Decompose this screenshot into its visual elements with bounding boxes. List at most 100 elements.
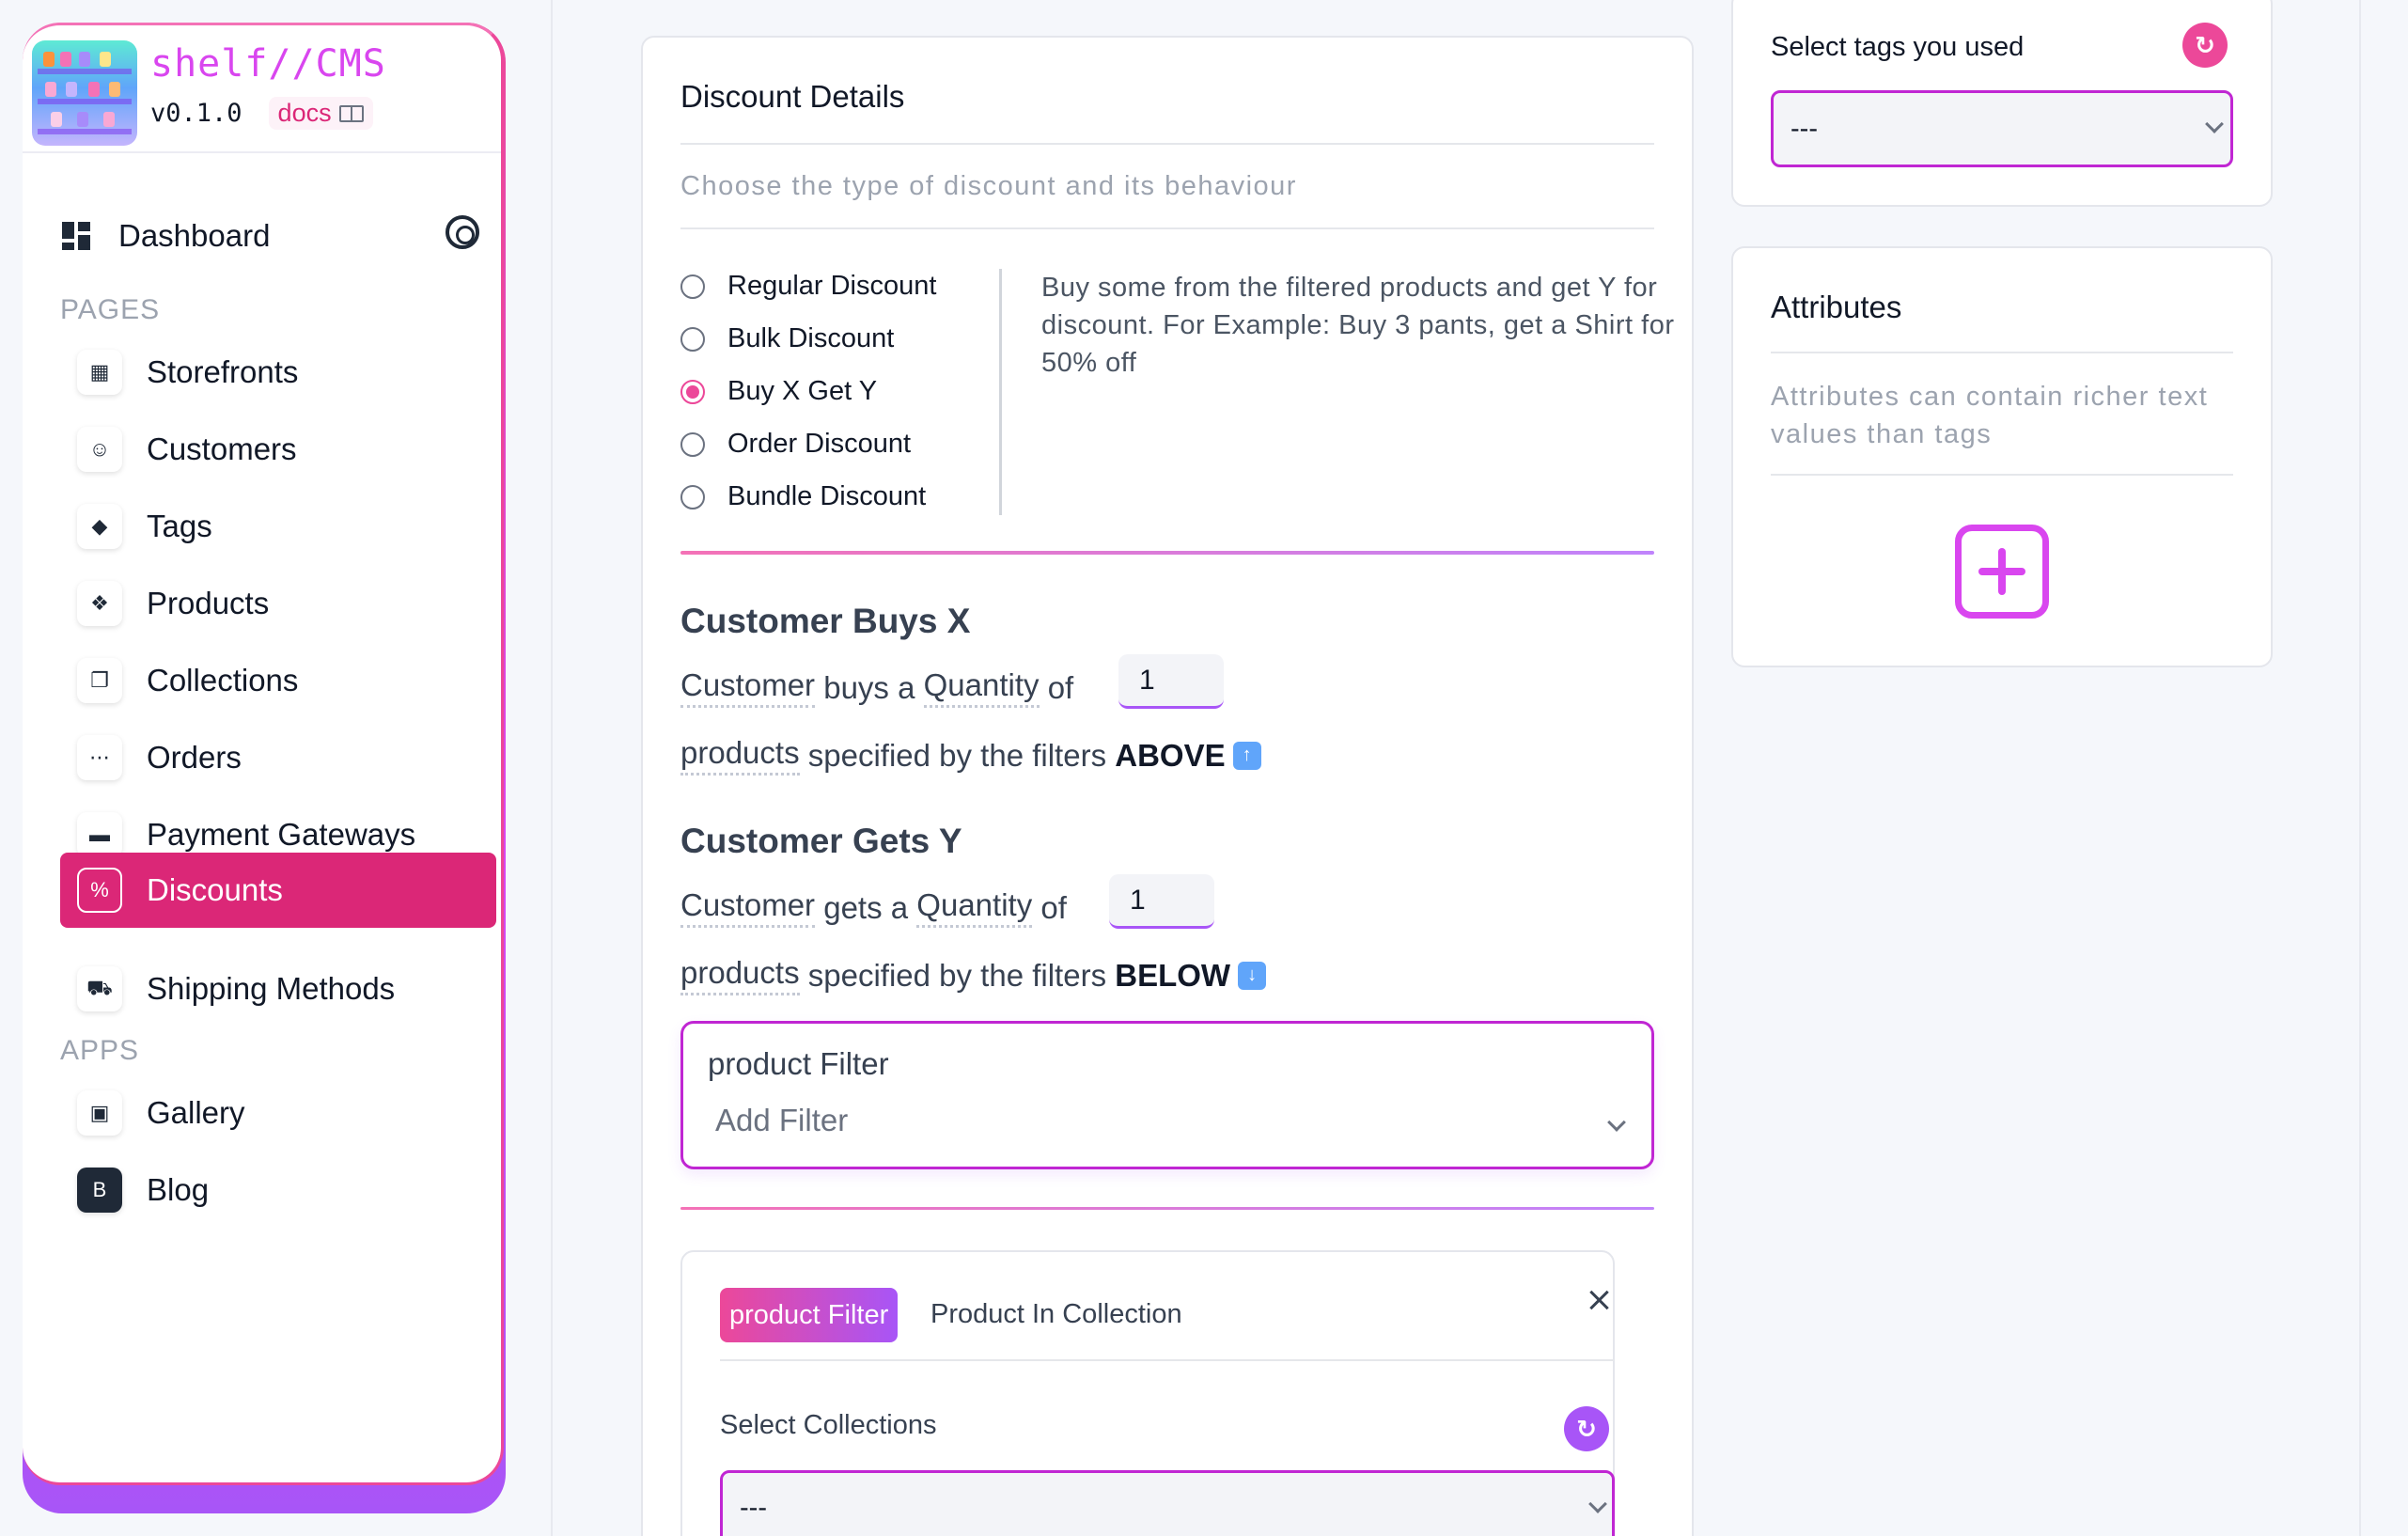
text: ABOVE	[1115, 737, 1226, 773]
divider	[1771, 352, 2233, 353]
logo[interactable]	[32, 40, 137, 146]
docs-link[interactable]: docs	[268, 97, 373, 130]
sidebar-item-discounts[interactable]: % Discounts	[60, 853, 496, 928]
radio-button[interactable]	[680, 484, 705, 509]
sidebar: shelf//CMS v0.1.0 docs Dashboard PAGES ▦…	[23, 23, 504, 1485]
radio-button-checked[interactable]	[680, 379, 705, 404]
hint-customer[interactable]: Customer	[680, 667, 816, 708]
attributes-title: Attributes	[1771, 290, 1902, 324]
collections-icon: ❐	[77, 658, 122, 703]
sidebar-item-products[interactable]: ❖ Products	[60, 567, 501, 640]
divider	[720, 1359, 1615, 1361]
hint-customer[interactable]: Customer	[680, 887, 816, 928]
gets-quantity-sentence: Customer gets a Quantity of	[680, 887, 1067, 928]
sidebar-item-blog[interactable]: B Blog	[60, 1153, 501, 1227]
sidebar-item-label: Collections	[147, 663, 299, 697]
sidebar-item-gallery[interactable]: ▣ Gallery	[60, 1076, 501, 1150]
arrow-up-icon: ↑	[1232, 741, 1261, 770]
sidebar-item-label: Customers	[147, 431, 297, 466]
divider	[680, 143, 1654, 145]
arrow-down-icon: ↓	[1238, 961, 1267, 990]
gets-quantity-input[interactable]	[1109, 874, 1214, 929]
sidebar-item-collections[interactable]: ❐ Collections	[60, 644, 501, 717]
text: gets a	[823, 889, 909, 925]
chevron-down-icon	[2205, 115, 2224, 133]
version-label: v0.1.0	[150, 99, 242, 128]
select-collections-label: Select Collections	[720, 1410, 937, 1440]
add-attribute-plus-icon[interactable]	[1955, 525, 2049, 619]
text: specified by the filters	[807, 957, 1107, 993]
refresh-icon[interactable]: ↻	[2182, 23, 2228, 68]
vertical-divider	[999, 269, 1002, 515]
gets-products-sentence: products specified by the filters BELOW …	[680, 955, 1267, 995]
sidebar-item-label: Tags	[147, 509, 212, 543]
sidebar-item-label: Shipping Methods	[147, 971, 396, 1006]
tags-select[interactable]: ---	[1771, 90, 2233, 167]
radio-label: Bundle Discount	[727, 481, 927, 511]
text: BELOW	[1115, 957, 1231, 993]
hint-quantity[interactable]: Quantity	[923, 667, 1040, 708]
radio-label: Buy X Get Y	[727, 376, 878, 406]
chevron-down-icon	[1607, 1113, 1626, 1132]
sidebar-item-label: Payment Gateways	[147, 817, 416, 852]
hint-quantity[interactable]: Quantity	[916, 887, 1033, 928]
hint-products[interactable]: products	[680, 735, 800, 776]
collections-select[interactable]: ---	[720, 1470, 1615, 1536]
product-filter-label: product Filter	[708, 1046, 889, 1081]
radio-button[interactable]	[680, 431, 705, 457]
discount-type-bundle[interactable]: Bundle Discount	[680, 481, 926, 512]
discount-type-regular[interactable]: Regular Discount	[680, 271, 936, 302]
products-icon: ❖	[77, 581, 122, 626]
radio-label: Order Discount	[727, 429, 912, 459]
divider	[1771, 474, 2233, 476]
divider	[680, 227, 1654, 229]
filter-name: Product In Collection	[930, 1299, 1182, 1329]
radio-button[interactable]	[680, 326, 705, 352]
credit-card-icon: ▬	[77, 812, 122, 857]
sidebar-item-label: Storefronts	[147, 354, 299, 389]
column-divider	[551, 0, 553, 1536]
text: of	[1047, 669, 1074, 705]
card-subtitle: Choose the type of discount and its beha…	[680, 171, 1297, 201]
sidebar-item-label: Gallery	[147, 1095, 245, 1130]
brand-name: shelf//CMS	[150, 42, 386, 86]
tag-icon: ◆	[77, 504, 122, 549]
discount-type-bulk[interactable]: Bulk Discount	[680, 323, 894, 354]
product-filter-select[interactable]: product Filter Add Filter	[680, 1021, 1654, 1169]
radio-button[interactable]	[680, 274, 705, 299]
sidebar-item-label: Discounts	[147, 872, 283, 907]
sidebar-item-tags[interactable]: ◆ Tags	[60, 490, 501, 563]
buys-quantity-sentence: Customer buys a Quantity of	[680, 667, 1073, 708]
sidebar-item-orders[interactable]: ⋯ Orders	[60, 721, 501, 794]
gets-heading: Customer Gets Y	[680, 822, 962, 860]
card-title: Discount Details	[680, 79, 905, 114]
discount-type-buy-x-get-y[interactable]: Buy X Get Y	[680, 376, 877, 407]
sidebar-item-customers[interactable]: ☺ Customers	[60, 413, 501, 486]
discount-type-description: Buy some from the filtered products and …	[1041, 273, 1675, 378]
buys-products-sentence: products specified by the filters ABOVE …	[680, 735, 1261, 776]
truck-icon: ⛟	[77, 966, 122, 1011]
dashboard-icon	[62, 222, 90, 250]
close-icon[interactable]	[1587, 1288, 1611, 1312]
tags-select-value: ---	[1790, 113, 1818, 144]
blog-icon: B	[77, 1168, 122, 1213]
attributes-description: Attributes can contain richer text value…	[1771, 382, 2209, 449]
hint-products[interactable]: products	[680, 955, 800, 995]
buys-quantity-input[interactable]	[1118, 654, 1224, 709]
user-icon: ☺	[77, 427, 122, 472]
discount-type-order[interactable]: Order Discount	[680, 429, 911, 460]
cart-icon: ⋯	[77, 735, 122, 780]
gradient-divider	[680, 1207, 1654, 1210]
storefront-icon: ▦	[77, 350, 122, 395]
sidebar-item-storefronts[interactable]: ▦ Storefronts	[60, 336, 501, 409]
tags-label: Select tags you used	[1771, 32, 2025, 62]
book-icon	[338, 104, 364, 122]
settings-gear-icon[interactable]	[446, 215, 479, 249]
refresh-icon[interactable]: ↻	[1564, 1406, 1609, 1451]
sidebar-item-shipping-methods[interactable]: ⛟ Shipping Methods	[60, 952, 501, 1026]
nav-dashboard[interactable]: Dashboard	[62, 210, 501, 262]
text: specified by the filters	[807, 737, 1107, 773]
buys-heading: Customer Buys X	[680, 602, 971, 640]
gallery-icon: ▣	[77, 1090, 122, 1136]
radio-label: Bulk Discount	[727, 323, 895, 353]
